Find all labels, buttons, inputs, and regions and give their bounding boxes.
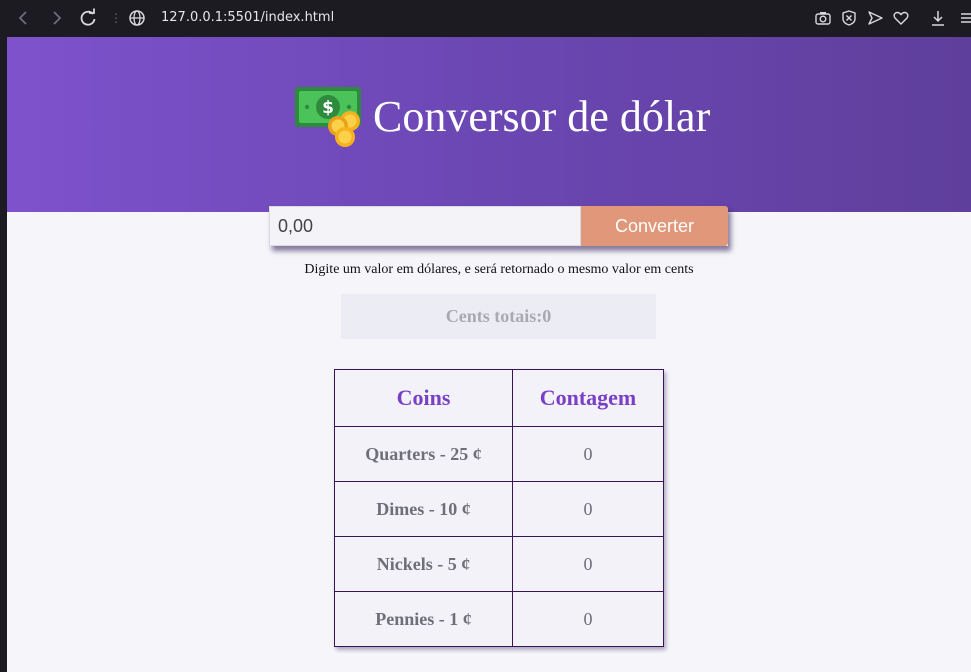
coins-table: Coins Contagem Quarters - 25 ¢ 0 Dimes -… xyxy=(334,369,664,647)
coin-count-cell: 0 xyxy=(512,426,664,482)
camera-icon[interactable] xyxy=(812,7,834,29)
coin-count-cell: 0 xyxy=(512,481,664,537)
total-cents-display: Cents totais:0 xyxy=(341,294,656,339)
column-header-count: Contagem xyxy=(512,369,664,427)
back-icon[interactable] xyxy=(12,6,36,30)
toolbar-separator: ⋮ xyxy=(110,11,122,25)
browser-toolbar: ⋮ 127.0.0.1:5501/index.html xyxy=(0,0,971,37)
coin-count-cell: 0 xyxy=(512,536,664,592)
forward-icon[interactable] xyxy=(44,6,68,30)
table-header-row: Coins Contagem xyxy=(334,369,664,427)
coin-name-cell: Pennies - 1 ¢ xyxy=(334,591,513,647)
address-bar[interactable]: 127.0.0.1:5501/index.html xyxy=(161,9,334,27)
window-edge xyxy=(0,37,7,672)
download-icon[interactable] xyxy=(927,7,949,29)
table-row: Nickels - 5 ¢ 0 xyxy=(334,536,664,592)
instruction-text: Digite um valor em dólares, e será retor… xyxy=(304,262,694,277)
page: $ Conversor de dólar Converter Digite um… xyxy=(7,37,971,672)
money-bill-coins-icon: $ xyxy=(295,87,361,147)
coin-count-cell: 0 xyxy=(512,591,664,647)
column-header-coins: Coins xyxy=(334,369,513,427)
converter-form: Converter xyxy=(269,206,728,246)
amount-input[interactable] xyxy=(269,206,581,246)
menu-icon[interactable] xyxy=(957,7,971,29)
title-text: Conversor de dólar xyxy=(373,91,711,141)
header-banner: $ Conversor de dólar xyxy=(7,37,971,212)
heart-icon[interactable] xyxy=(890,7,912,29)
block-icon[interactable] xyxy=(838,7,860,29)
reload-icon[interactable] xyxy=(76,6,100,30)
table-row: Dimes - 10 ¢ 0 xyxy=(334,481,664,537)
convert-button[interactable]: Converter xyxy=(581,206,728,246)
table-row: Pennies - 1 ¢ 0 xyxy=(334,591,664,647)
send-icon[interactable] xyxy=(864,7,886,29)
coin-name-cell: Dimes - 10 ¢ xyxy=(334,481,513,537)
coin-name-cell: Quarters - 25 ¢ xyxy=(334,426,513,482)
page-title: $ Conversor de dólar xyxy=(293,81,710,151)
site-info-icon[interactable] xyxy=(127,8,147,28)
svg-text:$: $ xyxy=(322,98,334,118)
coin-name-cell: Nickels - 5 ¢ xyxy=(334,536,513,592)
table-row: Quarters - 25 ¢ 0 xyxy=(334,426,664,482)
